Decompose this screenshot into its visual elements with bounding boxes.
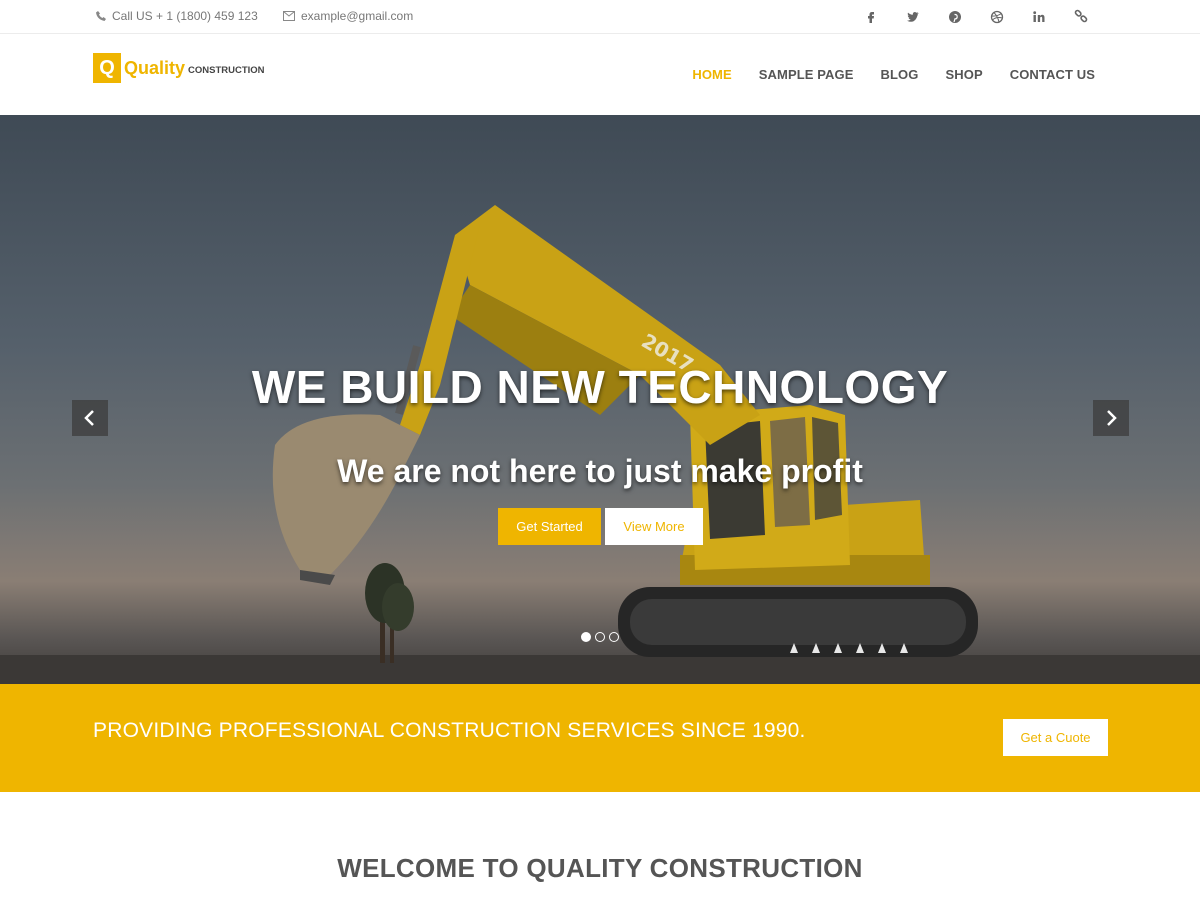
slider-dot-1[interactable]	[581, 632, 591, 642]
welcome-heading: WELCOME TO QUALITY CONSTRUCTION	[337, 853, 863, 883]
site-header: Q Quality CONSTRUCTION HOME SAMPLE PAGE …	[0, 34, 1200, 115]
slider-pagination	[581, 632, 623, 642]
cta-banner: PROVIDING PROFESSIONAL CONSTRUCTION SERV…	[0, 684, 1200, 792]
hero-slider: 2017 WE BUILD NEW TECHNOLOGY We are not …	[0, 115, 1200, 684]
hero-title: WE BUILD NEW TECHNOLOGY	[251, 361, 949, 413]
social-links	[838, 8, 1090, 26]
slider-dot-3[interactable]	[609, 632, 619, 642]
site-logo[interactable]: Q Quality CONSTRUCTION	[93, 53, 265, 83]
slider-dot-2[interactable]	[595, 632, 605, 642]
logo-mark: Q	[93, 53, 121, 83]
view-more-button[interactable]: View More	[605, 508, 703, 545]
twitter-icon[interactable]	[904, 8, 922, 26]
linkedin-icon[interactable]	[1030, 8, 1048, 26]
logo-subtitle: CONSTRUCTION	[188, 64, 265, 76]
phone-text: Call US + 1 (1800) 459 123	[112, 9, 258, 23]
cta-banner-text: PROVIDING PROFESSIONAL CONSTRUCTION SERV…	[93, 719, 806, 742]
topbar: Call US + 1 (1800) 459 123 example@gmail…	[0, 0, 1200, 34]
get-started-button[interactable]: Get Started	[498, 508, 601, 545]
pinterest-icon[interactable]	[946, 8, 964, 26]
email-text: example@gmail.com	[301, 9, 414, 23]
email-contact: example@gmail.com	[283, 9, 413, 23]
nav-item-contact-us[interactable]: CONTACT US	[1010, 67, 1095, 82]
get-quote-button[interactable]: Get a Cuote	[1003, 719, 1108, 756]
nav-item-blog[interactable]: BLOG	[881, 67, 919, 82]
tree-illustration	[365, 563, 414, 663]
link-icon[interactable]	[1072, 8, 1090, 26]
phone-contact: Call US + 1 (1800) 459 123	[96, 9, 258, 23]
dribbble-icon[interactable]	[988, 8, 1006, 26]
nav-item-shop[interactable]: SHOP	[945, 67, 982, 82]
nav-item-sample-page[interactable]: SAMPLE PAGE	[759, 67, 854, 82]
logo-name: Quality	[124, 57, 186, 78]
facebook-icon[interactable]	[862, 8, 880, 26]
hero-subtitle: We are not here to just make profit	[337, 453, 863, 489]
phone-icon	[96, 11, 106, 21]
envelope-icon	[283, 11, 295, 21]
nav-item-home[interactable]: HOME	[692, 67, 731, 82]
main-nav: HOME SAMPLE PAGE BLOG SHOP CONTACT US	[665, 67, 1095, 82]
